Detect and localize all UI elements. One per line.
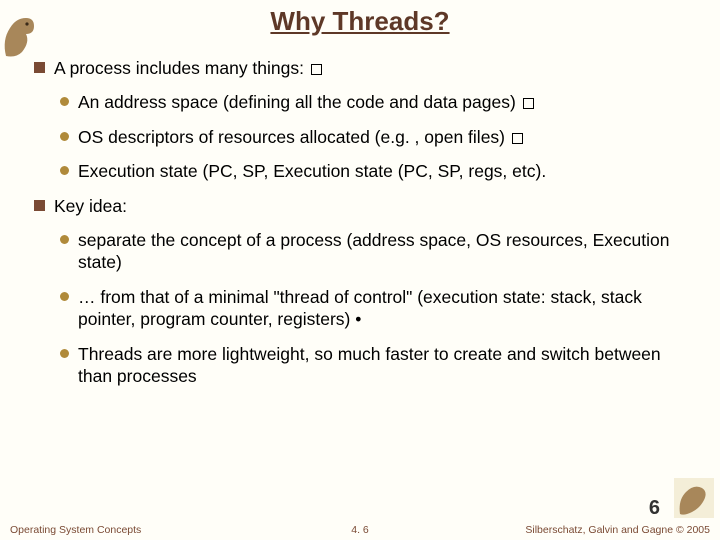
subbullet-separate-concept: separate the concept of a process (addre… [76, 229, 686, 274]
bullet-text: OS descriptors of resources allocated (e… [78, 127, 510, 147]
bullet-text: An address space (defining all the code … [78, 92, 521, 112]
subbullet-address-space: An address space (defining all the code … [76, 91, 686, 113]
subbullet-os-descriptors: OS descriptors of resources allocated (e… [76, 126, 686, 148]
bullet-text: Threads are more lightweight, so much fa… [78, 344, 661, 386]
slide-title: Why Threads? [0, 0, 720, 47]
box-glyph [512, 133, 523, 144]
slide-footer: Operating System Concepts 4. 6 Silbersch… [0, 524, 720, 536]
bullet-key-idea: Key idea: [54, 195, 686, 217]
footer-center: 4. 6 [351, 524, 369, 536]
bullet-text: Key idea: [54, 196, 127, 216]
box-glyph [311, 64, 322, 75]
subbullet-threads-lightweight: Threads are more lightweight, so much fa… [76, 343, 686, 388]
slide-body: A process includes many things: An addre… [0, 57, 720, 387]
subbullet-thread-of-control: … from that of a minimal "thread of cont… [76, 286, 686, 331]
bullet-process-includes: A process includes many things: [54, 57, 686, 79]
page-number-large: 6 [649, 497, 660, 520]
dinosaur-decor-left-icon [0, 12, 40, 60]
footer-left: Operating System Concepts [10, 524, 141, 536]
dinosaur-decor-right-icon [674, 478, 714, 518]
bullet-text: A process includes many things: [54, 58, 309, 78]
box-glyph [523, 98, 534, 109]
footer-right: Silberschatz, Galvin and Gagne © 2005 [525, 524, 710, 536]
subbullet-execution-state: Execution state (PC, SP, Execution state… [76, 160, 686, 182]
bullet-text: Execution state (PC, SP, Execution state… [78, 161, 546, 181]
bullet-text: separate the concept of a process (addre… [78, 230, 669, 272]
bullet-text: … from that of a minimal "thread of cont… [78, 287, 642, 329]
